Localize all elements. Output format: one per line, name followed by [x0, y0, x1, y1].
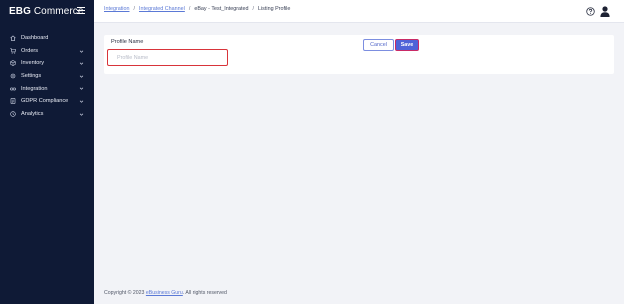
clock-icon	[9, 110, 16, 117]
footer-company-link[interactable]: eBusiness Guru	[146, 290, 183, 296]
sidebar-item-label: Orders	[21, 47, 39, 54]
chevron-down-icon	[79, 100, 84, 103]
sidebar: EBG Commerce Dashboard Orders Inventory	[0, 0, 94, 304]
sidebar-item-label: Analytics	[21, 110, 44, 117]
cart-icon	[9, 47, 16, 54]
sidebar-item-dashboard[interactable]: Dashboard	[0, 32, 94, 45]
sidebar-item-label: GDPR Compliance	[21, 98, 69, 105]
brand-rest: Commerce	[30, 5, 84, 17]
breadcrumb-current-page: Listing Profile	[257, 6, 291, 12]
breadcrumb-integrated-channel[interactable]: Integrated Channel	[139, 6, 185, 12]
chevron-down-icon	[79, 50, 84, 53]
sidebar-item-label: Dashboard	[21, 35, 49, 42]
chevron-down-icon	[79, 62, 84, 65]
chevron-down-icon	[79, 87, 84, 91]
sidebar-item-label: Integration	[21, 85, 48, 92]
user-avatar-icon[interactable]	[600, 6, 610, 17]
footer-copyright: Copyright © 2023	[104, 290, 146, 296]
box-icon	[9, 60, 16, 67]
sidebar-item-gdpr-compliance[interactable]: GDPR Compliance	[0, 95, 94, 108]
chevron-down-icon	[79, 75, 84, 78]
document-icon	[9, 98, 16, 105]
sidebar-nav: Dashboard Orders Inventory Settings Inte…	[0, 32, 94, 120]
cancel-button[interactable]: Cancel	[363, 39, 394, 51]
home-icon	[9, 35, 16, 42]
brand-logo[interactable]: EBG Commerce	[9, 4, 84, 18]
chevron-down-icon	[79, 113, 84, 116]
breadcrumb-separator: /	[133, 6, 135, 12]
breadcrumb-separator: /	[188, 6, 191, 12]
breadcrumb-separator: /	[252, 6, 254, 12]
link-icon	[9, 85, 16, 92]
sidebar-item-settings[interactable]: Settings	[0, 70, 94, 83]
top-bar: Integration / Integrated Channel / eBay - Te…	[94, 0, 624, 23]
sidebar-item-inventory[interactable]: Inventory	[0, 57, 94, 70]
profile-name-label: Profile Name	[111, 39, 144, 45]
breadcrumb: Integration / Integrated Channel / eBay - Te…	[104, 6, 290, 12]
gear-icon	[9, 73, 16, 80]
breadcrumb-integration[interactable]: Integration	[104, 6, 129, 12]
help-icon[interactable]	[586, 7, 595, 16]
brand-bold: EBG	[9, 5, 31, 17]
sidebar-item-label: Inventory	[21, 60, 45, 67]
menu-toggle-icon[interactable]	[77, 7, 85, 14]
save-button[interactable]: Save	[395, 39, 419, 51]
sidebar-item-integration[interactable]: Integration	[0, 82, 94, 95]
profile-name-input[interactable]	[107, 49, 228, 66]
sidebar-item-orders[interactable]: Orders	[0, 45, 94, 58]
listing-profile-form: Profile Name Cancel Save	[104, 35, 614, 74]
breadcrumb-ebay-channel: eBay - Test_Integrated	[194, 6, 249, 12]
sidebar-item-label: Settings	[21, 73, 42, 80]
sidebar-item-analytics[interactable]: Analytics	[0, 108, 94, 121]
footer-rights: . All rights reserved	[182, 290, 227, 296]
footer: Copyright © 2023 eBusiness Guru. All rig…	[104, 290, 227, 296]
